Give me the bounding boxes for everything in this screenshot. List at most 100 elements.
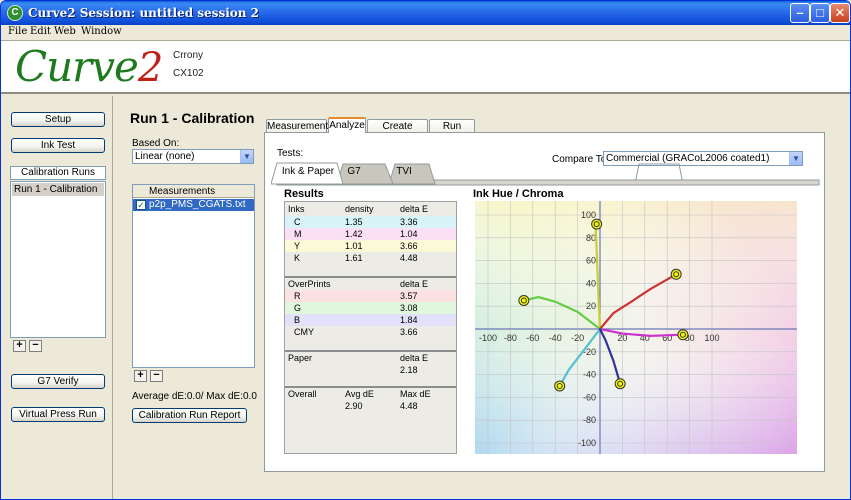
calibration-runs-list[interactable]: Run 1 - Calibration bbox=[10, 181, 106, 338]
overall-avg-de: 2.90 bbox=[345, 401, 363, 411]
title-bar[interactable]: C Curve2 Session: untitled session 2 – □… bbox=[1, 1, 850, 25]
target-marker-2 bbox=[670, 268, 682, 280]
overall-header-row: Overall Avg dE Max dE bbox=[285, 386, 456, 399]
paper-header-row: Paper delta E bbox=[285, 350, 456, 363]
overprint-delta-e: 1.84 bbox=[400, 315, 418, 325]
column-header: OverPrints bbox=[288, 279, 331, 289]
table-row: B 1.84 bbox=[285, 314, 456, 326]
remove-measurement-button[interactable]: − bbox=[150, 370, 163, 382]
overprint-name: B bbox=[294, 315, 301, 325]
tests-label: Tests: bbox=[277, 148, 304, 159]
header: Curve2 Crrony CX102 bbox=[1, 40, 850, 94]
printer-name: Crrony bbox=[173, 50, 204, 61]
add-run-button[interactable]: + bbox=[13, 340, 26, 352]
tab-analyze[interactable]: Analyze bbox=[328, 117, 366, 133]
ink-name: K bbox=[294, 253, 301, 263]
y-tick-label: 20 bbox=[586, 301, 596, 311]
y-tick-label: 100 bbox=[581, 210, 596, 220]
subtab-tvi[interactable]: TVI bbox=[389, 164, 419, 180]
table-row: G 3.08 bbox=[285, 302, 456, 314]
list-item[interactable]: ✓ p2p_PMS_CGATS.txt bbox=[133, 199, 254, 211]
y-tick-label: 60 bbox=[586, 256, 596, 266]
table-row: CMY 3.66 bbox=[285, 326, 456, 338]
curve2-logo: Curve2 bbox=[15, 42, 163, 92]
results-title: Results bbox=[284, 188, 324, 200]
based-on-label: Based On: bbox=[132, 138, 180, 149]
target-marker-5 bbox=[554, 380, 566, 392]
ink-name: Y bbox=[294, 241, 301, 251]
column-header: delta E bbox=[400, 279, 429, 289]
virtual-press-run-button[interactable]: Virtual Press Run bbox=[11, 407, 105, 422]
x-tick-label: -100 bbox=[479, 333, 497, 343]
calibration-runs-title: Calibration Runs bbox=[10, 166, 106, 180]
column-header: Max dE bbox=[400, 389, 431, 399]
target-marker-3 bbox=[677, 329, 689, 341]
add-measurement-button[interactable]: + bbox=[134, 370, 147, 382]
x-tick-label: -40 bbox=[549, 333, 562, 343]
table-row: R 3.57 bbox=[285, 290, 456, 302]
column-header: delta E bbox=[400, 353, 429, 363]
ink-delta-e: 1.04 bbox=[400, 229, 418, 239]
overprint-name: G bbox=[294, 303, 302, 313]
results-table: Inks density delta E C 1.35 3.36 M 1.42 … bbox=[284, 201, 457, 454]
ink-density: 1.01 bbox=[345, 241, 363, 251]
table-row: M 1.42 1.04 bbox=[285, 228, 456, 240]
calibration-run-report-button[interactable]: Calibration Run Report bbox=[132, 408, 247, 423]
app-icon[interactable]: C bbox=[7, 5, 23, 21]
menu-web[interactable]: Web bbox=[54, 26, 76, 37]
y-tick-label: -40 bbox=[583, 370, 596, 380]
tab-run-notes[interactable]: Run Notes bbox=[429, 119, 475, 145]
inks-header-row: Inks density delta E bbox=[285, 203, 456, 215]
y-tick-label: 40 bbox=[586, 278, 596, 288]
measurement-checkbox[interactable]: ✓ bbox=[136, 200, 146, 210]
window-title: Curve2 Session: untitled session 2 bbox=[28, 6, 260, 20]
minimize-button[interactable]: – bbox=[790, 3, 810, 23]
remove-run-button[interactable]: − bbox=[29, 340, 42, 352]
ink-test-button[interactable]: Ink Test bbox=[11, 138, 105, 153]
table-row: 2.18 bbox=[285, 364, 456, 376]
measurements-list[interactable]: Measurements ✓ p2p_PMS_CGATS.txt bbox=[132, 184, 255, 368]
overprints-header-row: OverPrints delta E bbox=[285, 276, 456, 289]
overprint-name: CMY bbox=[294, 327, 314, 337]
chevron-down-icon[interactable]: ▼ bbox=[240, 150, 253, 163]
subtab-g7[interactable]: G7 bbox=[339, 164, 369, 180]
x-tick-label: -20 bbox=[571, 333, 584, 343]
based-on-select[interactable]: Linear (none) ▼ bbox=[132, 149, 254, 164]
column-header: Overall bbox=[288, 389, 317, 399]
measurement-file: p2p_PMS_CGATS.txt bbox=[149, 199, 246, 210]
target-marker-1 bbox=[591, 218, 603, 230]
ink-density: 1.35 bbox=[345, 217, 363, 227]
overprint-delta-e: 3.08 bbox=[400, 303, 418, 313]
table-row: 2.90 4.48 bbox=[285, 400, 456, 412]
based-on-value: Linear (none) bbox=[135, 151, 195, 162]
close-button[interactable]: ✕ bbox=[830, 3, 850, 23]
target-marker-6 bbox=[614, 378, 626, 390]
g7-verify-button[interactable]: G7 Verify bbox=[11, 374, 105, 389]
column-header: Avg dE bbox=[345, 389, 374, 399]
ink-density: 1.42 bbox=[345, 229, 363, 239]
y-tick-label: 80 bbox=[586, 233, 596, 243]
overprint-delta-e: 3.57 bbox=[400, 291, 418, 301]
subtab-ink-paper[interactable]: Ink & Paper bbox=[279, 164, 337, 180]
list-item[interactable]: Run 1 - Calibration bbox=[12, 183, 104, 196]
target-marker-4 bbox=[518, 295, 530, 306]
hue-chroma-svg: -100 -80 -60 -40 -20 20 40 60 80 10010080604020-2… bbox=[475, 201, 797, 454]
tab-measurements[interactable]: Measurements bbox=[266, 119, 333, 133]
ink-name: C bbox=[294, 217, 301, 227]
column-header: delta E bbox=[400, 204, 429, 214]
menu-file[interactable]: File bbox=[8, 26, 27, 37]
overprint-name: R bbox=[294, 291, 301, 301]
setup-button[interactable]: Setup bbox=[11, 112, 105, 127]
maximize-button[interactable]: □ bbox=[810, 3, 830, 23]
chart-title: Ink Hue / Chroma bbox=[473, 188, 564, 200]
ink-density: 1.61 bbox=[345, 253, 363, 263]
tab-create-curves[interactable]: Create Curves bbox=[367, 119, 428, 145]
menu-window[interactable]: Window bbox=[81, 26, 122, 37]
overprint-delta-e: 3.66 bbox=[400, 327, 418, 337]
hue-chroma-chart: -100 -80 -60 -40 -20 20 40 60 80 100 100 80 60 40 20 -2… bbox=[475, 201, 797, 454]
page-title: Run 1 - Calibration bbox=[130, 110, 255, 126]
ink-delta-e: 4.48 bbox=[400, 253, 418, 263]
menu-edit[interactable]: Edit bbox=[30, 26, 51, 37]
x-tick-label: -60 bbox=[526, 333, 539, 343]
column-header: density bbox=[345, 204, 374, 214]
